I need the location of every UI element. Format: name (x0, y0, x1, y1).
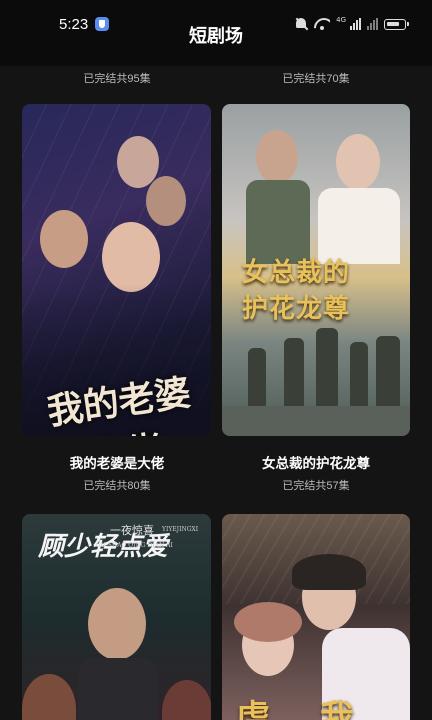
battery-icon (384, 18, 409, 30)
drama-title[interactable]: 女总裁的护花龙尊 (223, 452, 409, 472)
poster-person-face (88, 588, 146, 660)
drama-episode-count: 已完结共95集 (83, 73, 151, 85)
mute-bell-icon (294, 17, 308, 31)
wifi-icon (314, 18, 330, 30)
poster-person-face (117, 136, 159, 188)
poster-pinyin: GU SHAO QING DIAN AI (96, 542, 173, 549)
drama-card-poster[interactable]: 我的老婆是大佬 (22, 104, 211, 436)
poster-person-face (336, 134, 380, 190)
poster-person-face (40, 210, 88, 268)
drama-card-poster[interactable]: 虐…我 (222, 514, 410, 720)
poster-person-face (256, 130, 298, 184)
poster-person-body (78, 658, 158, 720)
signal-icon (350, 18, 361, 30)
poster-title: 虐…我 (236, 698, 362, 720)
poster-person-face (102, 222, 160, 292)
drama-card-poster[interactable]: 女总裁的 护花龙尊 (222, 104, 410, 436)
poster-soldier (350, 342, 368, 408)
status-bar: 5:23 短剧场 4G (0, 0, 432, 66)
poster-title: 护花龙尊 (242, 294, 351, 324)
status-icons: 4G (294, 16, 409, 32)
poster-soldier (316, 328, 338, 408)
poster-ground (222, 406, 410, 436)
poster-person (22, 674, 76, 720)
drama-episode-count: 已完结共80集 (83, 480, 151, 492)
drama-title[interactable]: 我的老婆是大佬 (24, 452, 210, 472)
signal-icon-2 (367, 18, 378, 30)
poster-soldier (376, 336, 400, 408)
poster-title: 女总裁的 (242, 258, 351, 288)
drama-card-poster[interactable]: 顾少轻点爱 一夜惊喜 YIYEJINGXI GU SHAO QING DIAN … (22, 514, 211, 720)
poster-person (162, 680, 211, 720)
poster-person-hair (234, 602, 302, 642)
poster-soldier (248, 348, 266, 408)
poster-person-face (146, 176, 186, 226)
network-type-label: 4G (336, 16, 346, 24)
poster-soldier (284, 338, 304, 408)
drama-episode-count: 已完结共70集 (282, 73, 350, 85)
drama-episode-count: 已完结共57集 (282, 480, 350, 492)
poster-pinyin: YIYEJINGXI (162, 526, 199, 533)
poster-person-hair (292, 554, 366, 590)
poster-subtitle: 一夜惊喜 (110, 524, 154, 537)
